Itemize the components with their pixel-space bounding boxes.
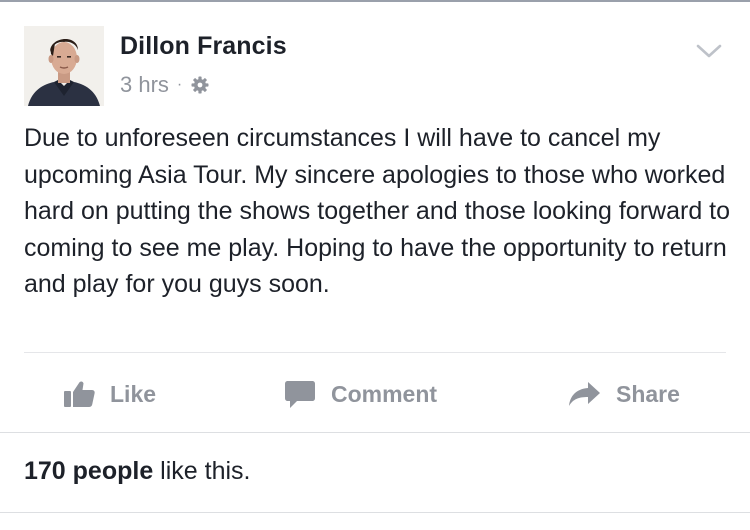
avatar[interactable] xyxy=(24,26,104,106)
chevron-down-icon[interactable] xyxy=(694,40,724,62)
meta-separator: · xyxy=(176,76,183,93)
action-bar: Like Comment Share xyxy=(0,368,750,420)
avatar-photo xyxy=(24,26,104,106)
likes-suffix: like this. xyxy=(153,457,251,485)
likes-count[interactable]: 170 people xyxy=(24,457,153,485)
post-text: Due to unforeseen circumstances I will h… xyxy=(24,124,731,298)
share-arrow-icon xyxy=(569,382,600,406)
share-label: Share xyxy=(616,380,680,407)
post-meta: 3 hrs · xyxy=(120,72,210,98)
post-timestamp[interactable]: 3 hrs xyxy=(120,72,169,98)
comment-icon xyxy=(285,381,315,408)
bottom-border xyxy=(0,512,750,513)
comment-label: Comment xyxy=(331,380,438,407)
gear-icon[interactable] xyxy=(190,75,210,95)
divider xyxy=(0,432,750,433)
thumbs-up-icon xyxy=(64,381,95,407)
post-card: Dillon Francis 3 hrs · Due to unforeseen… xyxy=(0,2,750,530)
author-name[interactable]: Dillon Francis xyxy=(120,32,287,61)
divider xyxy=(24,352,726,353)
share-button[interactable]: Share xyxy=(566,368,680,420)
likes-summary[interactable]: 170 people like this. xyxy=(24,457,251,486)
like-label: Like xyxy=(110,380,157,407)
comment-button[interactable]: Comment xyxy=(283,368,437,420)
like-button[interactable]: Like xyxy=(62,368,156,420)
